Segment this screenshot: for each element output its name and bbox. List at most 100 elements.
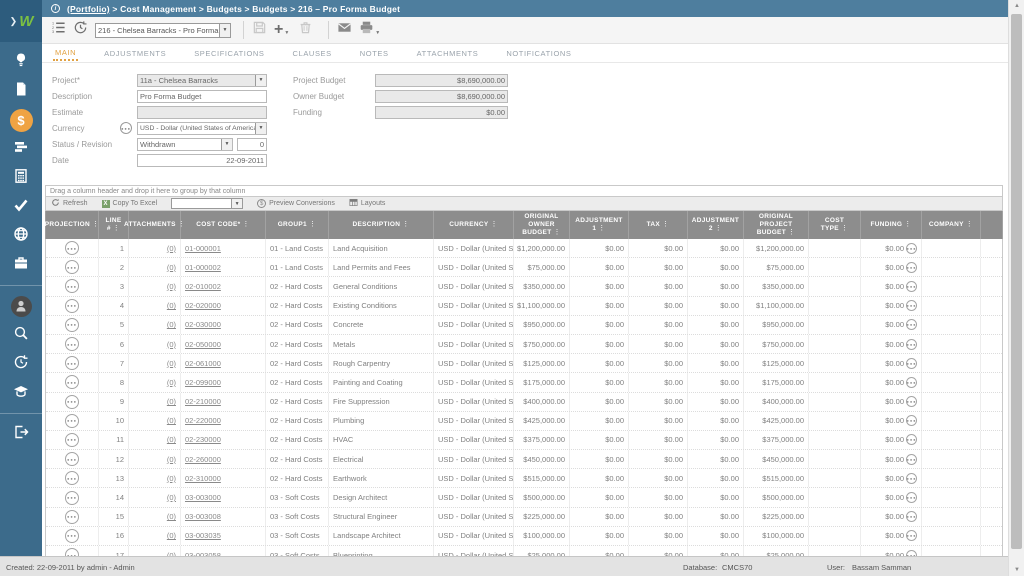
sidebar-item-layers[interactable] xyxy=(0,137,42,161)
cost-code-link[interactable]: 02-099000 xyxy=(185,378,221,387)
tab-attachments[interactable]: ATTACHMENTS xyxy=(415,46,481,60)
layouts-button[interactable]: Layouts xyxy=(349,198,385,209)
budget-line-row[interactable]: ●●● 17 (0) 03-003058 03 - Soft Costs Blueprin… xyxy=(46,546,1002,556)
refresh-button[interactable]: Refresh xyxy=(51,198,88,209)
budget-line-row[interactable]: ●●● 5 (0) 02-030000 02 - Hard Costs Concrete U… xyxy=(46,315,1002,335)
project-select[interactable]: 11a - Chelsea Barracks ▼ xyxy=(137,73,267,87)
cost-code-link[interactable]: 03-003000 xyxy=(185,493,221,502)
attachments-link[interactable]: (0) xyxy=(167,301,176,310)
budget-line-row[interactable]: ●●● 7 (0) 02-061000 02 - Hard Costs Rough Car… xyxy=(46,354,1002,374)
column-header-description[interactable]: DESCRIPTION ⋮ xyxy=(329,211,434,239)
attachments-link[interactable]: (0) xyxy=(167,282,176,291)
column-header-tax[interactable]: TAX ⋮ xyxy=(629,211,688,239)
attachments-link[interactable]: (0) xyxy=(167,531,176,540)
sidebar-item-user-avatar[interactable] xyxy=(0,294,42,318)
column-menu-icon[interactable]: ⋮ xyxy=(113,225,120,232)
tab-notes[interactable]: NOTES xyxy=(358,46,391,60)
attachments-link[interactable]: (0) xyxy=(167,340,176,349)
cost-code-link[interactable]: 03-003008 xyxy=(185,512,221,521)
budget-line-row[interactable]: ●●● 3 (0) 02-010002 02 - Hard Costs General C… xyxy=(46,277,1002,297)
currency-lookup-button[interactable]: ●●● xyxy=(120,122,132,134)
row-actions-button[interactable]: ●●● xyxy=(65,432,79,447)
grid-filter-select[interactable]: ▼ xyxy=(171,198,244,209)
row-actions-button[interactable]: ●●● xyxy=(65,452,79,467)
column-menu-icon[interactable]: ⋮ xyxy=(490,221,497,228)
budget-line-row[interactable]: ●●● 14 (0) 03-003000 03 - Soft Costs Design A… xyxy=(46,488,1002,508)
column-menu-icon[interactable]: ⋮ xyxy=(966,221,973,228)
column-header-attachments[interactable]: ATTACHMENTS ⋮ xyxy=(124,211,185,239)
scroll-down-icon[interactable]: ▼ xyxy=(1009,567,1024,573)
sidebar-item-graduation-cap[interactable] xyxy=(0,381,42,405)
copy-to-excel-button[interactable]: X Copy To Excel xyxy=(101,199,157,208)
budget-line-row[interactable]: ●●● 9 (0) 02-210000 02 - Hard Costs Fire Supp… xyxy=(46,392,1002,412)
budget-line-row[interactable]: ●●● 8 (0) 02-099000 02 - Hard Costs Painting … xyxy=(46,373,1002,393)
print-button[interactable]: ▼ xyxy=(359,20,382,40)
cost-code-link[interactable]: 03-003035 xyxy=(185,531,221,540)
funding-lookup-button[interactable]: ●●● xyxy=(906,376,917,388)
column-menu-icon[interactable]: ⋮ xyxy=(715,225,722,232)
breadcrumb-portfolio-link[interactable]: (Portfolio) xyxy=(67,4,110,14)
column-menu-icon[interactable]: ⋮ xyxy=(904,221,911,228)
scrollbar-thumb[interactable] xyxy=(1011,14,1022,549)
cost-code-link[interactable]: 01-000002 xyxy=(185,263,221,272)
row-actions-button[interactable]: ●●● xyxy=(65,509,79,524)
funding-lookup-button[interactable]: ●●● xyxy=(906,511,917,523)
chevron-down-icon[interactable]: ▼ xyxy=(375,30,380,36)
attachments-link[interactable]: (0) xyxy=(167,512,176,521)
cost-code-link[interactable]: 02-260000 xyxy=(185,455,221,464)
budget-line-row[interactable]: ●●● 1 (0) 01-000001 01 - Land Costs Land Acqu… xyxy=(46,239,1002,259)
column-header-cost_code[interactable]: COST CODE* ⋮ xyxy=(181,211,266,239)
budget-line-row[interactable]: ●●● 2 (0) 01-000002 01 - Land Costs Land Perm… xyxy=(46,258,1002,278)
column-header-owner_budget[interactable]: ORIGINAL OWNER BUDGET ⋮ xyxy=(514,211,570,239)
row-actions-button[interactable]: ●●● xyxy=(65,413,79,428)
group-by-drop-zone[interactable]: Drag a column header and drop it here to… xyxy=(45,185,1003,197)
vertical-scrollbar[interactable]: ▲ ▼ xyxy=(1008,0,1024,576)
budget-line-row[interactable]: ●●● 12 (0) 02-260000 02 - Hard Costs Electric… xyxy=(46,450,1002,470)
budget-line-row[interactable]: ●●● 13 (0) 02-310000 02 - Hard Costs Earthwor… xyxy=(46,469,1002,489)
row-actions-button[interactable]: ●●● xyxy=(65,375,79,390)
chevron-down-icon[interactable]: ▼ xyxy=(219,23,230,37)
attachments-link[interactable]: (0) xyxy=(167,359,176,368)
row-actions-button[interactable]: ●●● xyxy=(65,279,79,294)
attachments-link[interactable]: (0) xyxy=(167,320,176,329)
chevron-down-icon[interactable]: ▼ xyxy=(231,199,243,208)
column-header-projection[interactable]: PROJECTION ⋮ xyxy=(45,211,99,239)
funding-lookup-button[interactable]: ●●● xyxy=(906,472,917,484)
row-actions-button[interactable]: ●●● xyxy=(65,298,79,313)
cost-code-link[interactable]: 02-010002 xyxy=(185,282,221,291)
chevron-down-icon[interactable]: ▼ xyxy=(284,30,289,36)
funding-lookup-button[interactable]: ●●● xyxy=(906,357,917,369)
sidebar-item-logout[interactable] xyxy=(0,422,42,446)
cost-code-link[interactable]: 01-000001 xyxy=(185,244,221,253)
column-menu-icon[interactable]: ⋮ xyxy=(841,225,848,232)
row-actions-button[interactable]: ●●● xyxy=(65,356,79,371)
cost-code-link[interactable]: 02-210000 xyxy=(185,397,221,406)
funding-lookup-button[interactable]: ●●● xyxy=(906,261,917,273)
sidebar-item-checkmark[interactable] xyxy=(0,195,42,219)
column-header-company[interactable]: COMPANY ⋮ xyxy=(922,211,981,239)
preview-conversions-button[interactable]: $ Preview Conversions xyxy=(257,199,335,208)
row-actions-button[interactable]: ●●● xyxy=(65,241,79,256)
tab-notifications[interactable]: NOTIFICATIONS xyxy=(504,46,573,60)
attachments-link[interactable]: (0) xyxy=(167,397,176,406)
sidebar-item-search[interactable] xyxy=(0,323,42,347)
budget-line-row[interactable]: ●●● 16 (0) 03-003035 03 - Soft Costs Landscap… xyxy=(46,526,1002,546)
record-list-button[interactable]: 123 xyxy=(51,20,66,40)
cost-code-link[interactable]: 02-061000 xyxy=(185,359,221,368)
column-menu-icon[interactable]: ⋮ xyxy=(309,221,316,228)
tab-adjustments[interactable]: ADJUSTMENTS xyxy=(102,46,168,60)
chevron-down-icon[interactable]: ▼ xyxy=(255,122,266,134)
attachments-link[interactable]: (0) xyxy=(167,244,176,253)
sidebar-item-history[interactable] xyxy=(0,352,42,376)
scroll-up-icon[interactable]: ▲ xyxy=(1009,3,1024,9)
column-header-group[interactable]: GROUP1 ⋮ xyxy=(266,211,329,239)
delete-button[interactable] xyxy=(298,20,313,40)
info-icon[interactable]: i xyxy=(51,4,60,13)
chevron-down-icon[interactable]: ▼ xyxy=(221,138,232,150)
cost-code-link[interactable]: 02-220000 xyxy=(185,416,221,425)
budget-line-row[interactable]: ●●● 6 (0) 02-050000 02 - Hard Costs Metals USD… xyxy=(46,334,1002,355)
funding-lookup-button[interactable]: ●●● xyxy=(906,338,917,350)
funding-lookup-button[interactable]: ●●● xyxy=(906,492,917,504)
cost-code-link[interactable]: 02-310000 xyxy=(185,474,221,483)
app-logo[interactable]: ❯ W xyxy=(0,0,42,42)
